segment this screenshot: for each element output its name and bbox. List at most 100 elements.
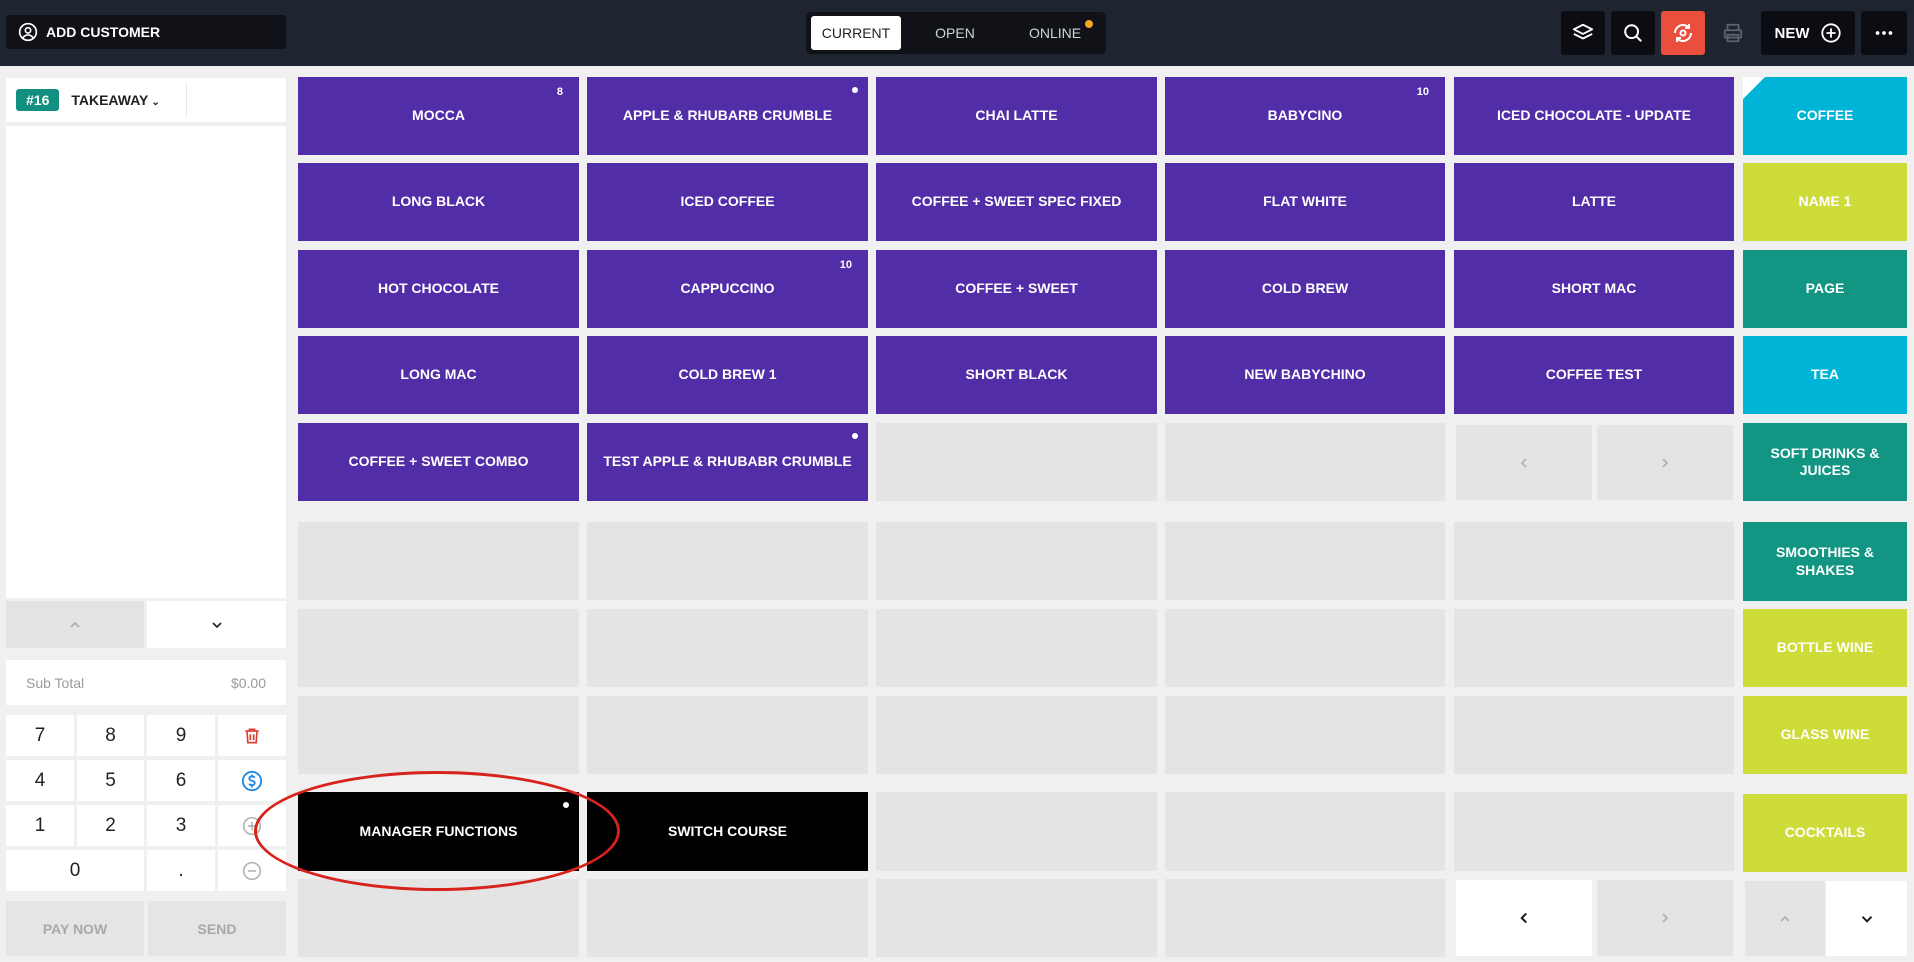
tab-current[interactable]: CURRENT — [811, 16, 901, 50]
product-tile[interactable]: NEW BABYCHINO — [1165, 336, 1445, 414]
category-glass-wine[interactable]: GLASS WINE — [1743, 696, 1907, 774]
product-tile[interactable]: FLAT WHITE — [1165, 163, 1445, 241]
product-tile[interactable]: SHORT BLACK — [876, 336, 1157, 414]
product-tile[interactable]: LATTE — [1454, 163, 1734, 241]
product-tile[interactable]: COLD BREW — [1165, 250, 1445, 328]
product-tile[interactable]: LONG BLACK — [298, 163, 579, 241]
order-type-dropdown[interactable]: TAKEAWAY ⌄ — [71, 92, 159, 108]
product-label: APPLE & RHUBARB CRUMBLE — [622, 107, 833, 124]
product-tile[interactable]: COFFEE + SWEET — [876, 250, 1157, 328]
keypad-decimal[interactable]: . — [147, 850, 215, 891]
keypad-6[interactable]: 6 — [147, 760, 215, 801]
order-header: #16 TAKEAWAY ⌄ — [6, 78, 286, 122]
more-button[interactable] — [1861, 11, 1907, 55]
tab-open[interactable]: OPEN — [901, 16, 1009, 50]
empty-slot — [1454, 696, 1734, 774]
tab-current-label: CURRENT — [821, 25, 891, 41]
product-label: SHORT BLACK — [965, 366, 1068, 383]
category-scroll-down-button[interactable] — [1826, 881, 1907, 956]
trash-icon — [245, 728, 259, 743]
chevron-up-icon — [70, 621, 80, 628]
tab-online[interactable]: ONLINE — [1009, 16, 1101, 50]
category-name-1[interactable]: NAME 1 — [1743, 163, 1907, 241]
product-tile[interactable]: COFFEE TEST — [1454, 336, 1734, 414]
manager-functions-button[interactable]: MANAGER FUNCTIONS — [298, 792, 579, 871]
product-tile[interactable]: CAPPUCCINO 10 — [587, 250, 868, 328]
function-page-prev-button[interactable] — [1456, 880, 1592, 956]
layers-button[interactable] — [1561, 11, 1605, 55]
product-tile[interactable]: HOT CHOCOLATE — [298, 250, 579, 328]
category-label: PAGE — [1805, 280, 1845, 297]
send-button[interactable]: SEND — [148, 901, 286, 956]
sync-button[interactable] — [1661, 11, 1705, 55]
keypad-7[interactable]: 7 — [6, 715, 74, 756]
product-indicator-dot — [852, 87, 858, 93]
plus-circle-icon — [1820, 23, 1841, 43]
more-horizontal-icon — [1875, 31, 1893, 35]
product-tile[interactable]: COLD BREW 1 — [587, 336, 868, 414]
keypad-2-label: 2 — [105, 814, 116, 836]
category-soft-drinks-juices[interactable]: SOFT DRINKS & JUICES — [1743, 423, 1907, 501]
product-label: COFFEE TEST — [1545, 366, 1643, 383]
keypad-2[interactable]: 2 — [77, 805, 144, 846]
product-tile[interactable]: ICED CHOCOLATE - UPDATE — [1454, 77, 1734, 155]
keypad-9[interactable]: 9 — [147, 715, 215, 756]
keypad-5[interactable]: 5 — [77, 760, 144, 801]
keypad-8[interactable]: 8 — [77, 715, 144, 756]
order-items-list[interactable] — [6, 126, 286, 598]
product-label: COLD BREW — [1261, 280, 1349, 297]
pay-now-button[interactable]: PAY NOW — [6, 901, 144, 956]
category-label: NAME 1 — [1798, 193, 1852, 210]
price-button[interactable] — [218, 760, 286, 801]
product-tile[interactable]: ICED COFFEE — [587, 163, 868, 241]
category-scroll-up-button[interactable] — [1745, 881, 1825, 956]
product-tile[interactable]: BABYCINO 10 — [1165, 77, 1445, 155]
empty-slot — [1454, 609, 1734, 687]
product-tile[interactable]: MOCCA 8 — [298, 77, 579, 155]
print-button[interactable] — [1711, 11, 1755, 55]
product-label: FLAT WHITE — [1263, 193, 1347, 210]
product-label: CHAI LATTE — [975, 107, 1058, 124]
category-tea[interactable]: TEA — [1743, 336, 1907, 414]
empty-slot — [587, 879, 868, 957]
product-tile[interactable]: CHAI LATTE — [876, 77, 1157, 155]
product-tile[interactable]: COFFEE + SWEET SPEC FIXED — [876, 163, 1157, 241]
product-page-next-button[interactable] — [1597, 425, 1733, 500]
order-scroll-down-button[interactable] — [147, 601, 286, 648]
add-customer-button[interactable]: ADD CUSTOMER — [6, 15, 286, 49]
empty-slot — [876, 423, 1157, 501]
delete-button[interactable] — [218, 715, 286, 756]
function-page-next-button[interactable] — [1597, 880, 1733, 956]
keypad-5-label: 5 — [105, 769, 116, 791]
category-cocktails[interactable]: COCKTAILS — [1743, 794, 1907, 872]
switch-course-button[interactable]: SWITCH COURSE — [587, 792, 868, 871]
product-label: LATTE — [1571, 193, 1617, 210]
increase-button[interactable] — [218, 805, 286, 846]
product-page-prev-button[interactable] — [1456, 425, 1592, 500]
category-page[interactable]: PAGE — [1743, 250, 1907, 328]
product-tile[interactable]: COFFEE + SWEET COMBO — [298, 423, 579, 501]
empty-slot — [1165, 609, 1445, 687]
keypad-1[interactable]: 1 — [6, 805, 74, 846]
empty-slot — [876, 792, 1157, 871]
empty-slot — [298, 696, 579, 774]
product-tile[interactable]: SHORT MAC — [1454, 250, 1734, 328]
keypad-3[interactable]: 3 — [147, 805, 215, 846]
product-tile[interactable]: TEST APPLE & RHUBABR CRUMBLE — [587, 423, 868, 501]
search-button[interactable] — [1611, 11, 1655, 55]
keypad-4[interactable]: 4 — [6, 760, 74, 801]
chevron-down-icon — [1861, 915, 1872, 923]
product-badge: 8 — [556, 86, 563, 98]
keypad-0[interactable]: 0 — [6, 850, 144, 891]
decrease-button[interactable] — [218, 850, 286, 891]
category-coffee[interactable]: COFFEE — [1743, 77, 1907, 155]
new-order-button[interactable]: NEW — [1761, 11, 1855, 55]
order-scroll-up-button[interactable] — [6, 601, 144, 648]
category-bottle-wine[interactable]: BOTTLE WINE — [1743, 609, 1907, 687]
user-circle-icon — [18, 22, 38, 42]
product-label: SHORT MAC — [1551, 280, 1637, 297]
product-tile[interactable]: LONG MAC — [298, 336, 579, 414]
category-smoothies-shakes[interactable]: SMOOTHIES & SHAKES — [1743, 522, 1907, 601]
keypad-3-label: 3 — [175, 814, 187, 836]
product-tile[interactable]: APPLE & RHUBARB CRUMBLE — [587, 77, 868, 155]
